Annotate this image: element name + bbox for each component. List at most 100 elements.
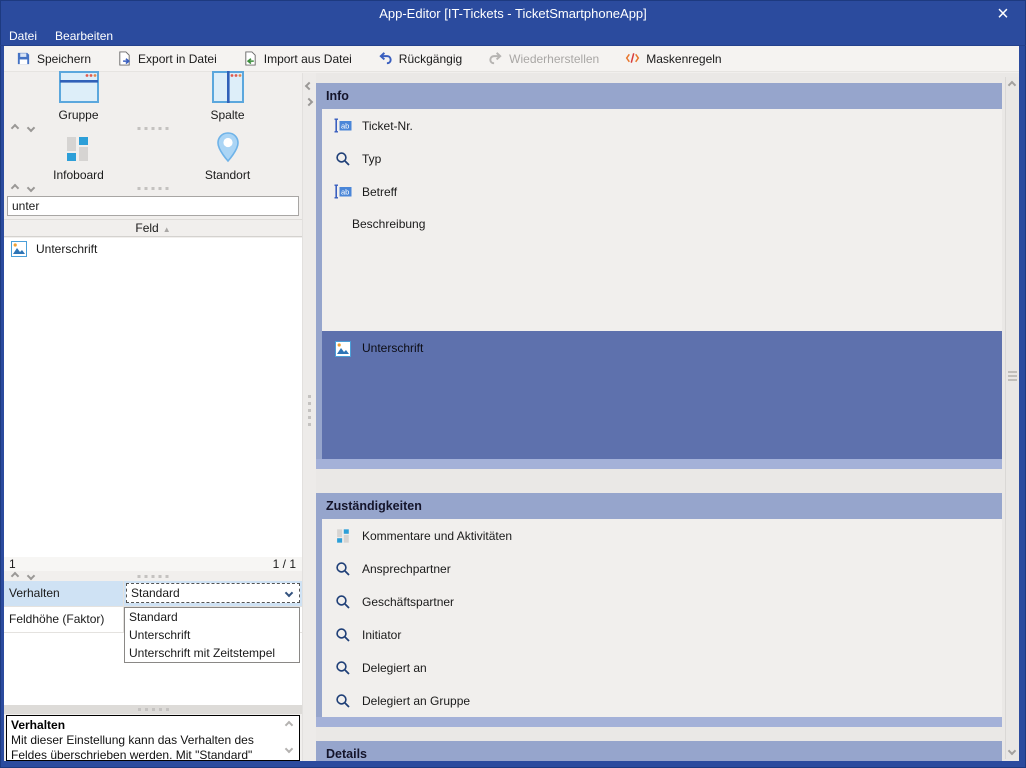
canvas-field-ansprechpartner[interactable]: Ansprechpartner [322, 552, 1002, 585]
menubar: Datei Bearbeiten [0, 28, 1026, 46]
toolbox-row-1: Gruppe Spalte [4, 73, 302, 123]
scroll-up-icon[interactable] [285, 721, 293, 729]
group-info-body: ab Ticket-Nr. Typ ab Betreff Beschrei [316, 109, 1002, 459]
canvas-field-typ[interactable]: Typ [322, 142, 1002, 175]
canvas-field-label: Delegiert an Gruppe [362, 694, 470, 708]
verhalten-dropdown-list: Standard Unterschrift Unterschrift mit Z… [124, 607, 300, 663]
dropdown-option[interactable]: Unterschrift mit Zeitstempel [125, 644, 299, 662]
canvas-field-beschreibung[interactable]: Beschreibung [322, 208, 1002, 331]
field-search [4, 193, 302, 219]
undo-button[interactable]: Rückgängig [378, 51, 462, 66]
chevron-down-icon[interactable] [27, 184, 35, 192]
tool-standort[interactable]: Standort [153, 133, 302, 183]
canvas-field-delegiert-an-gruppe[interactable]: Delegiert an Gruppe [322, 684, 1002, 717]
tool-infoboard[interactable]: Infoboard [4, 133, 153, 183]
import-label: Import aus Datei [264, 52, 352, 66]
list-item-label: Unterschrift [36, 242, 97, 256]
property-row-verhalten[interactable]: Verhalten Standard [4, 581, 302, 607]
infoboard-icon [334, 528, 352, 544]
export-file-icon [117, 51, 132, 66]
app-window: App-Editor [IT-Tickets - TicketSmartphon… [0, 0, 1026, 768]
maskenregeln-label: Maskenregeln [646, 52, 721, 66]
content-area: Speichern Export in Datei Import aus Dat… [4, 46, 1019, 761]
verhalten-combobox[interactable]: Standard [126, 583, 300, 603]
app-canvas: Info ab Ticket-Nr. Typ ab Betreff [316, 73, 1019, 761]
canvas-scrollbar[interactable] [1005, 77, 1019, 759]
property-splitter[interactable] [4, 571, 302, 581]
chevron-right-icon[interactable] [305, 98, 313, 106]
group-zustaendigkeiten-footer [316, 717, 1002, 727]
canvas-field-delegiert-an[interactable]: Delegiert an [322, 651, 1002, 684]
grip-dots [138, 127, 169, 130]
scroll-down-icon[interactable] [285, 745, 293, 753]
dropdown-option[interactable]: Standard [125, 608, 299, 626]
scrollbar-thumb-grip[interactable] [1008, 371, 1017, 381]
canvas-field-geschaeftspartner[interactable]: Geschäftspartner [322, 585, 1002, 618]
property-label: Verhalten [4, 581, 124, 606]
canvas-field-initiator[interactable]: Initiator [322, 618, 1002, 651]
svg-text:ab: ab [341, 188, 349, 197]
combobox-value: Standard [131, 586, 180, 600]
maskenregeln-button[interactable]: Maskenregeln [625, 51, 721, 66]
titlebar[interactable]: App-Editor [IT-Tickets - TicketSmartphon… [0, 0, 1026, 28]
field-column-label: Feld [135, 221, 158, 235]
toolbox-splitter-1[interactable] [4, 123, 302, 133]
canvas-field-betreff[interactable]: ab Betreff [322, 175, 1002, 208]
group-info-header[interactable]: Info [316, 83, 1002, 109]
dropdown-option[interactable]: Unterschrift [125, 626, 299, 644]
scroll-up-icon[interactable] [1008, 81, 1016, 89]
grip-dots [138, 575, 169, 578]
save-button[interactable]: Speichern [16, 51, 91, 66]
canvas-field-ticket-nr[interactable]: ab Ticket-Nr. [322, 109, 1002, 142]
field-list-header[interactable]: Feld▲ [4, 219, 302, 237]
page-current: 1 [9, 557, 16, 571]
tool-gruppe-label: Gruppe [58, 108, 98, 123]
chevron-left-icon[interactable] [305, 82, 313, 90]
tool-spalte[interactable]: Spalte [153, 73, 302, 123]
description-title: Verhalten [7, 716, 299, 732]
window-title: App-Editor [IT-Tickets - TicketSmartphon… [0, 6, 1026, 21]
magnifier-icon [334, 561, 352, 577]
description-text: Mit dieser Einstellung kann das Verhalte… [7, 732, 299, 761]
textbox-icon: ab [334, 118, 352, 133]
description-splitter[interactable] [4, 705, 302, 714]
magnifier-icon [334, 627, 352, 643]
group-zustaendigkeiten-header[interactable]: Zuständigkeiten [316, 493, 1002, 519]
tool-gruppe[interactable]: Gruppe [4, 73, 153, 123]
canvas-field-unterschrift-selected[interactable]: Unterschrift [322, 331, 1002, 459]
canvas-field-label: Betreff [362, 185, 397, 199]
chevron-up-icon[interactable] [11, 124, 19, 132]
page-total: 1 / 1 [273, 557, 296, 571]
canvas-field-label: Initiator [362, 628, 401, 642]
image-icon [334, 341, 352, 357]
canvas-field-label: Geschäftspartner [362, 595, 454, 609]
description-scrollbar[interactable] [282, 717, 298, 759]
redo-button[interactable]: Wiederherstellen [488, 51, 599, 66]
field-search-input[interactable] [7, 196, 299, 216]
toolbox-splitter-2[interactable] [4, 183, 302, 193]
menu-item-bearbeiten[interactable]: Bearbeiten [55, 28, 113, 45]
chevron-up-icon[interactable] [11, 184, 19, 192]
close-button[interactable]: × [990, 1, 1016, 27]
canvas-field-label: Ansprechpartner [362, 562, 451, 576]
export-button[interactable]: Export in Datei [117, 51, 217, 66]
import-button[interactable]: Import aus Datei [243, 51, 352, 66]
panel-splitter[interactable] [302, 73, 316, 761]
list-item-unterschrift[interactable]: Unterschrift [4, 238, 302, 260]
toolbox-row-2: Infoboard Standort [4, 133, 302, 183]
canvas-field-label: Unterschrift [362, 341, 423, 355]
grip-dots [138, 708, 169, 711]
chevron-up-icon[interactable] [11, 572, 19, 580]
group-zustaendigkeiten: Zuständigkeiten Kommentare und Aktivität… [316, 493, 1002, 727]
save-label: Speichern [37, 52, 91, 66]
group-info-footer [316, 459, 1002, 469]
scroll-down-icon[interactable] [1008, 747, 1016, 755]
image-icon [10, 241, 28, 257]
undo-icon [378, 51, 393, 66]
group-details-header[interactable]: Details [316, 741, 1002, 761]
canvas-field-kommentare[interactable]: Kommentare und Aktivitäten [322, 519, 1002, 552]
chevron-down-icon[interactable] [27, 124, 35, 132]
svg-text:ab: ab [341, 122, 349, 131]
chevron-down-icon[interactable] [27, 572, 35, 580]
menu-item-datei[interactable]: Datei [9, 28, 37, 45]
